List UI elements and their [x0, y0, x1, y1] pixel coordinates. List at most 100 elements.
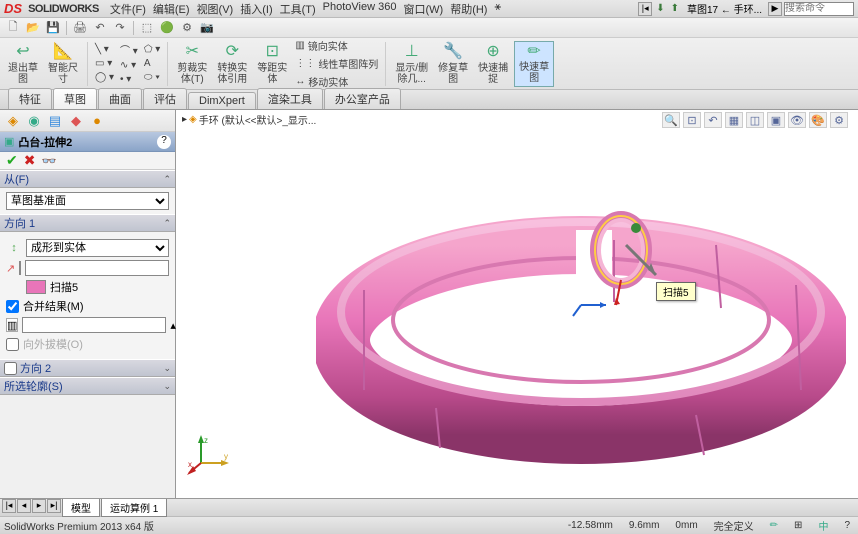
repair-sketch-button[interactable]: 🔧修复草 图 [434, 41, 472, 87]
rect-tool[interactable]: ▭ ▾ [93, 57, 116, 70]
status-unit-icon[interactable]: ⊞ [790, 520, 806, 531]
btab-first-icon[interactable]: |◂ [2, 499, 16, 513]
trim-button[interactable]: ✂剪裁实 体(T) [173, 41, 211, 87]
status-y: 9.6mm [625, 520, 664, 531]
btab-last-icon[interactable]: ▸| [47, 499, 61, 513]
menu-photoview[interactable]: PhotoView 360 [320, 0, 400, 18]
menu-help[interactable]: 帮助(H) [447, 0, 490, 18]
save-icon[interactable]: 💾 [44, 20, 62, 36]
breadcrumb-text[interactable]: 手环 (默认<<默认>_显示... [199, 112, 317, 127]
smart-dimension-button[interactable]: 📐智能尺 寸 [44, 41, 82, 87]
menu-pin-icon[interactable]: ⚹ [491, 0, 504, 18]
config-manager-icon[interactable]: ▤ [46, 113, 64, 129]
point-tool[interactable]: • ▾ [118, 73, 140, 86]
direction-vector-icon[interactable]: ↗ [6, 261, 15, 275]
arc-tool[interactable]: ⌒ ▾ [118, 41, 140, 58]
ok-button[interactable]: ✔ [6, 152, 18, 169]
btab-motion[interactable]: 运动算例 1 [101, 499, 167, 517]
appearance-icon[interactable]: 🎨 [809, 112, 827, 128]
draft-icon[interactable]: ▥ [6, 318, 18, 332]
offset-button[interactable]: ⊡等距实 体 [253, 41, 291, 87]
rebuild-icon[interactable]: 🟢 [158, 20, 176, 36]
screen-capture-icon[interactable]: 📷 [198, 20, 216, 36]
property-manager-icon[interactable]: ◉ [25, 113, 43, 129]
open-icon[interactable]: 📂 [24, 20, 42, 36]
status-edit-sketch-icon[interactable]: ✏ [766, 520, 782, 531]
menu-file[interactable]: 文件(F) [107, 0, 149, 18]
text-tool[interactable]: A [142, 57, 163, 70]
select-icon[interactable]: ⬚ [138, 20, 156, 36]
cancel-button[interactable]: ✖ [24, 152, 36, 169]
feature-tree-icon[interactable]: ◈ [4, 113, 22, 129]
pattern-tool[interactable]: ⋮⋮ 线性草图阵列 [293, 55, 380, 72]
polygon-tool[interactable]: ⬠ ▾ [142, 43, 163, 56]
menu-insert[interactable]: 插入(I) [237, 0, 275, 18]
status-help-icon[interactable]: ? [840, 520, 854, 531]
section-from[interactable]: 从(F)⌃ [0, 170, 175, 188]
display-manager-icon[interactable]: ● [88, 113, 106, 129]
rapid-sketch-button[interactable]: ✏快速草 图 [514, 41, 554, 87]
redo-icon[interactable]: ↷ [111, 20, 129, 36]
menu-window[interactable]: 窗口(W) [400, 0, 446, 18]
tab-dimxpert[interactable]: DimXpert [188, 92, 256, 109]
section-dir1[interactable]: 方向 1⌃ [0, 214, 175, 232]
tab-evaluate[interactable]: 评估 [143, 88, 187, 109]
tree-expand-icon[interactable]: ▸ [182, 114, 187, 125]
help-icon[interactable]: ? [157, 135, 171, 149]
merge-result-checkbox[interactable] [6, 300, 19, 313]
display-delete-button[interactable]: ⊥显示/删 除几... [391, 41, 432, 87]
draft-outward-checkbox[interactable] [6, 338, 19, 351]
convert-button[interactable]: ⟳转换实 体引用 [213, 41, 251, 87]
nav-prev-icon[interactable]: ⬇ [654, 3, 666, 14]
section-dir2[interactable]: 方向 2⌄ [0, 359, 175, 377]
prev-view-icon[interactable]: ↶ [704, 112, 722, 128]
rapid-snap-button[interactable]: ⊕快速捕 捉 [474, 41, 512, 87]
dimension-icon: 📐 [52, 43, 74, 62]
new-icon[interactable]: 🗋 [4, 20, 22, 36]
search-input[interactable] [784, 2, 854, 16]
btab-next-icon[interactable]: ▸ [32, 499, 46, 513]
menu-view[interactable]: 视图(V) [194, 0, 237, 18]
section-selected-contours[interactable]: 所选轮廓(S)⌄ [0, 377, 175, 395]
dir1-type-combo[interactable]: 成形到实体 [26, 239, 169, 257]
search-run-icon[interactable]: ▶ [768, 2, 782, 16]
draft-angle-input[interactable] [22, 317, 166, 333]
menu-edit[interactable]: 编辑(E) [150, 0, 193, 18]
nav-next-icon[interactable]: ⬆ [669, 3, 681, 14]
display-style-icon[interactable]: ▣ [767, 112, 785, 128]
reverse-dir-icon[interactable]: ↕ [6, 241, 22, 255]
scene-icon[interactable]: ⚙ [830, 112, 848, 128]
dimxpert-manager-icon[interactable]: ◆ [67, 113, 85, 129]
direction-input[interactable] [25, 260, 169, 276]
print-icon[interactable]: 🖨 [71, 20, 89, 36]
btab-prev-icon[interactable]: ◂ [17, 499, 31, 513]
pm-title-bar: ▣ 凸台-拉伸2 ? [0, 132, 175, 152]
status-lang-icon[interactable]: 中 [814, 518, 832, 533]
options-icon[interactable]: ⚙ [178, 20, 196, 36]
undo-icon[interactable]: ↶ [91, 20, 109, 36]
view-orient-icon[interactable]: ◫ [746, 112, 764, 128]
line-tool[interactable]: ╲ ▾ [93, 43, 116, 56]
btab-model[interactable]: 模型 [62, 499, 100, 517]
circle-tool[interactable]: ◯ ▾ [93, 71, 116, 84]
hide-show-icon[interactable]: 👁 [788, 112, 806, 128]
zoom-fit-icon[interactable]: 🔍 [662, 112, 680, 128]
zoom-area-icon[interactable]: ⊡ [683, 112, 701, 128]
dir2-checkbox[interactable] [4, 362, 17, 375]
tab-features[interactable]: 特征 [8, 88, 52, 109]
nav-first-icon[interactable]: |◂ [638, 2, 652, 16]
detailed-preview-icon[interactable]: 👓 [41, 154, 56, 168]
tab-office[interactable]: 办公室产品 [324, 88, 401, 109]
tab-render[interactable]: 渲染工具 [257, 88, 323, 109]
mirror-tool[interactable]: ▥ 镜向实体 [293, 37, 380, 54]
ellipse-tool[interactable]: ⬭ ▾ [142, 71, 163, 84]
tab-surface[interactable]: 曲面 [98, 88, 142, 109]
menu-tools[interactable]: 工具(T) [277, 0, 319, 18]
exit-sketch-button[interactable]: ↩退出草 图 [4, 41, 42, 87]
spline-tool[interactable]: ∿ ▾ [118, 59, 140, 72]
from-combo[interactable]: 草图基准面 [6, 192, 169, 210]
section-view-icon[interactable]: ▦ [725, 112, 743, 128]
direction-field[interactable] [19, 261, 21, 275]
tab-sketch[interactable]: 草图 [53, 88, 97, 109]
graphics-viewport[interactable]: ▸ ◈ 手环 (默认<<默认>_显示... 🔍 ⊡ ↶ ▦ ◫ ▣ 👁 🎨 ⚙ [176, 110, 858, 498]
